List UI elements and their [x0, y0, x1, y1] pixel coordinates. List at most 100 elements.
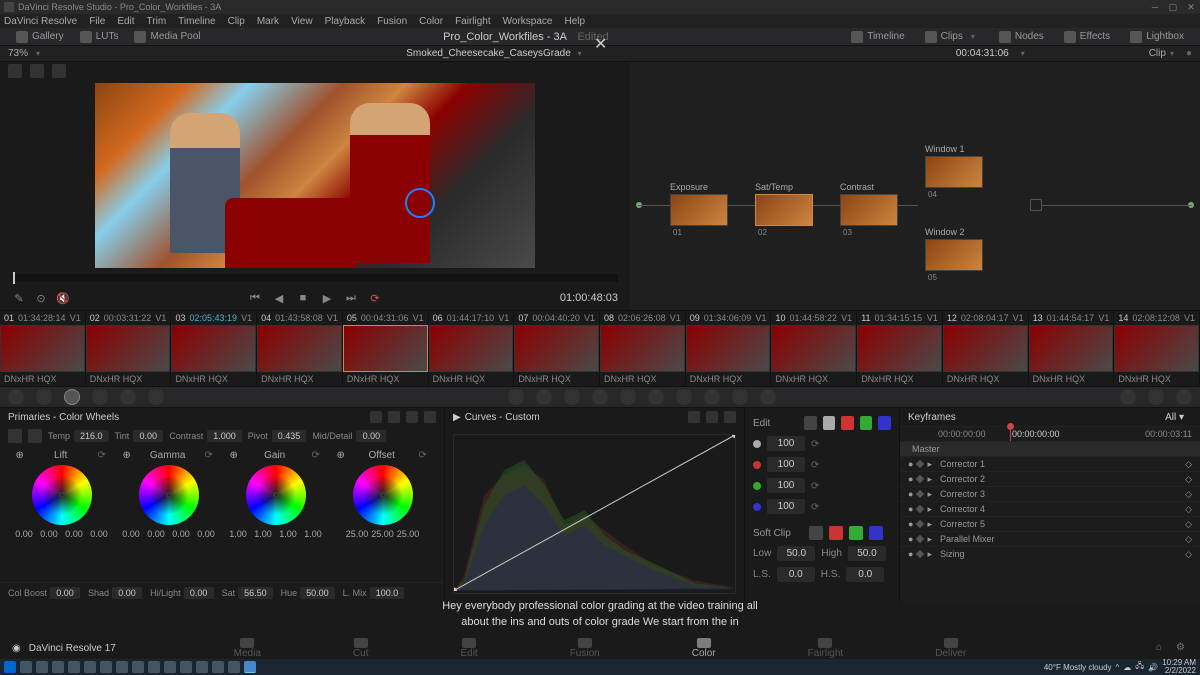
thumbnail-08[interactable]: 0802:06:26:08V1 DNxHR HQX: [600, 311, 686, 386]
step-back-button[interactable]: ◀: [272, 291, 286, 305]
rgb-mixer-icon[interactable]: [120, 389, 136, 405]
search-icon[interactable]: [20, 661, 32, 673]
keyframes-timeline[interactable]: 00:00:00:00 00:00:00:00 00:00:03:11 Mast…: [900, 426, 1200, 602]
reset-icon[interactable]: ⟳: [418, 450, 428, 460]
tracker-icon[interactable]: [620, 389, 636, 405]
next-clip-button[interactable]: ⏭: [344, 291, 358, 305]
app-icon-1[interactable]: [116, 661, 128, 673]
viewer-timecode[interactable]: 00:04:31:06: [956, 48, 1009, 59]
3d-icon[interactable]: [760, 389, 776, 405]
zoom-select[interactable]: 73%: [8, 48, 28, 59]
start-button[interactable]: [4, 661, 16, 673]
menu-help[interactable]: Help: [564, 16, 585, 27]
auto-balance-icon[interactable]: [8, 429, 22, 443]
steam-icon[interactable]: [132, 661, 144, 673]
kf-track[interactable]: ●▸Sizing ◇: [900, 546, 1200, 561]
wheel-picker-icon[interactable]: ⊕: [230, 450, 238, 461]
ls-field[interactable]: 0.0: [777, 567, 815, 582]
picker-icon[interactable]: ✎: [12, 291, 26, 305]
kf-track[interactable]: ●▸Corrector 5 ◇: [900, 516, 1200, 531]
page-edit[interactable]: Edit: [444, 636, 493, 661]
color-wheel-gain[interactable]: [246, 465, 306, 525]
clip-name[interactable]: Smoked_Cheesecake_CaseysGrade ▾: [44, 48, 948, 59]
app-icon-5[interactable]: [196, 661, 208, 673]
reset-icon[interactable]: ⟳: [811, 439, 821, 449]
resolve-task-icon[interactable]: [244, 661, 256, 673]
middetail-field[interactable]: 0.00: [356, 430, 386, 442]
explorer-icon[interactable]: [52, 661, 64, 673]
menu-timeline[interactable]: Timeline: [178, 16, 215, 27]
wheel-picker-icon[interactable]: ⊕: [123, 450, 131, 461]
link-icon[interactable]: [809, 526, 823, 540]
app-icon-7[interactable]: [228, 661, 240, 673]
tray-up-icon[interactable]: ^: [1116, 663, 1120, 672]
node-contrast[interactable]: Contrast 03: [840, 182, 898, 226]
intensity-y-field[interactable]: 100: [767, 436, 805, 451]
page-cut[interactable]: Cut: [337, 636, 385, 661]
magic-mask-icon[interactable]: [648, 389, 664, 405]
reset-icon[interactable]: ⟳: [811, 502, 821, 512]
hue-curve-icon[interactable]: [706, 411, 718, 423]
close-overlay-icon[interactable]: ✕: [594, 34, 607, 54]
luts-button[interactable]: LUTs: [72, 29, 127, 45]
thumbnail-11[interactable]: 1101:34:15:15V1 DNxHR HQX: [857, 311, 943, 386]
app-icon-3[interactable]: [164, 661, 176, 673]
onedrive-icon[interactable]: ☁: [1123, 663, 1131, 672]
color-wheel-lift[interactable]: [32, 465, 92, 525]
timeline-button[interactable]: Timeline: [843, 29, 912, 45]
channel-y-chip[interactable]: [823, 416, 836, 430]
wheels-mode-icon[interactable]: [370, 411, 382, 423]
channel-r-chip[interactable]: [841, 416, 854, 430]
blur-icon[interactable]: [676, 389, 692, 405]
node-sattemp[interactable]: Sat/Temp 02: [755, 182, 813, 226]
intensity-r-field[interactable]: 100: [767, 457, 805, 472]
camera-raw-icon[interactable]: [8, 389, 24, 405]
clips-button[interactable]: Clips▾: [917, 29, 987, 45]
menu-playback[interactable]: Playback: [325, 16, 366, 27]
thumbnail-14[interactable]: 1402:08:12:08V1 DNxHR HQX: [1114, 311, 1200, 386]
menu-edit[interactable]: Edit: [117, 16, 134, 27]
record-timecode[interactable]: 01:00:48:03: [560, 292, 618, 304]
menu-mark[interactable]: Mark: [257, 16, 279, 27]
window-icon[interactable]: [592, 389, 608, 405]
split-icon[interactable]: [30, 64, 44, 78]
lmix-field[interactable]: 100.0: [370, 587, 405, 599]
menu-davinci[interactable]: DaVinci Resolve: [4, 16, 77, 27]
viewer[interactable]: [0, 80, 630, 270]
kf-track[interactable]: ●▸Corrector 3 ◇: [900, 486, 1200, 501]
color-wheel-offset[interactable]: [353, 465, 413, 525]
system-clock[interactable]: 10:29 AM2/2/2022: [1162, 659, 1196, 675]
low-field[interactable]: 50.0: [777, 546, 815, 561]
link-icon[interactable]: [804, 416, 817, 430]
curves-icon[interactable]: [508, 389, 524, 405]
parallel-mixer[interactable]: [1030, 199, 1042, 211]
wheel-values[interactable]: 0.000.000.000.00: [13, 529, 110, 539]
thumbnail-05[interactable]: 0500:04:31:06V1 DNxHR HQX: [343, 311, 429, 386]
thumbnail-12[interactable]: 1202:08:04:17V1 DNxHR HQX: [943, 311, 1029, 386]
pick-white-icon[interactable]: [28, 429, 42, 443]
nodes-button[interactable]: Nodes: [991, 29, 1052, 45]
unreal-icon[interactable]: [100, 661, 112, 673]
menu-trim[interactable]: Trim: [147, 16, 167, 27]
play-button[interactable]: ▶: [320, 291, 334, 305]
menu-clip[interactable]: Clip: [228, 16, 245, 27]
loop-button[interactable]: ⟳: [368, 291, 382, 305]
motion-icon[interactable]: [148, 389, 164, 405]
keyframes-filter[interactable]: All ▾: [1165, 412, 1184, 423]
info-icon[interactable]: [1176, 389, 1192, 405]
node-exposure[interactable]: Exposure 01: [670, 182, 728, 226]
qualifier-icon[interactable]: [564, 389, 580, 405]
shad-field[interactable]: 0.00: [112, 587, 142, 599]
wheel-values[interactable]: 1.001.001.001.00: [227, 529, 324, 539]
node-window1[interactable]: Window 1 04: [925, 144, 983, 188]
menu-fairlight[interactable]: Fairlight: [455, 16, 491, 27]
warper-icon[interactable]: [536, 389, 552, 405]
node-editor[interactable]: Exposure 01 Sat/Temp 02 Contrast 03 Wind…: [630, 62, 1200, 310]
chrome-icon[interactable]: [68, 661, 80, 673]
thumbnail-07[interactable]: 0700:04:40:20V1 DNxHR HQX: [514, 311, 600, 386]
blender-icon[interactable]: [84, 661, 96, 673]
log-mode-icon[interactable]: [406, 411, 418, 423]
prev-clip-button[interactable]: ⏮: [248, 291, 262, 305]
menu-workspace[interactable]: Workspace: [503, 16, 553, 27]
color-wheel-gamma[interactable]: [139, 465, 199, 525]
